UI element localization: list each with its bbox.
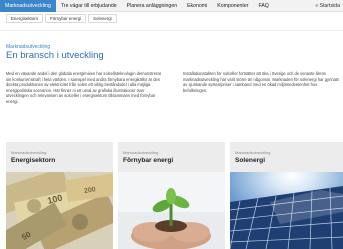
card-fornybar-energi[interactable]: Marknadsutveckling Förnybar energi: [118, 142, 225, 249]
divider: [0, 30, 343, 31]
card-title: Solenergi: [235, 157, 266, 164]
subnav-fornybar-energi[interactable]: Förnybar energi: [45, 14, 87, 23]
money-banknotes-image: 100 50 200: [6, 172, 113, 249]
tab-planera[interactable]: Planera anläggningen: [122, 0, 182, 12]
page-title: En bransch i utveckling: [6, 50, 104, 61]
plant-in-hands-image: [118, 172, 225, 249]
card-title: Energisektorn: [11, 157, 56, 164]
top-navigation: Marknadsutveckling Tre vägar till erbjud…: [0, 0, 343, 12]
subnav-solenergi[interactable]: Solenergi: [88, 14, 117, 23]
card-energisektorn[interactable]: Marknadsutveckling Energisektorn 100 50 …: [6, 142, 113, 249]
startsida-link[interactable]: « Startsida: [315, 3, 343, 9]
card-category: Marknadsutveckling: [235, 150, 271, 155]
intro-text-right: Installationstakten för solceller fortsä…: [183, 71, 340, 93]
solar-panels-image: [230, 172, 343, 249]
tab-tre-vagar[interactable]: Tre vägar till erbjudande: [56, 0, 122, 12]
tab-komponenter[interactable]: Komponenter: [212, 0, 253, 12]
card-solenergi[interactable]: Marknadsutveckling Solenergi: [230, 142, 343, 249]
tab-ekonomi[interactable]: Ekonomi: [182, 0, 212, 12]
card-category: Marknadsutveckling: [123, 150, 159, 155]
card-title: Förnybar energi: [123, 157, 174, 164]
subnav-energisektorn[interactable]: Energisektorn: [6, 14, 44, 23]
tab-marknadsutveckling[interactable]: Marknadsutveckling: [0, 0, 56, 12]
intro-text-left: Med en växande andel i den globala energ…: [6, 71, 161, 104]
sub-navigation: Energisektorn Förnybar energi Solenergi: [0, 13, 343, 24]
tab-faq[interactable]: FAQ: [253, 0, 273, 12]
card-category: Marknadsutveckling: [11, 150, 47, 155]
